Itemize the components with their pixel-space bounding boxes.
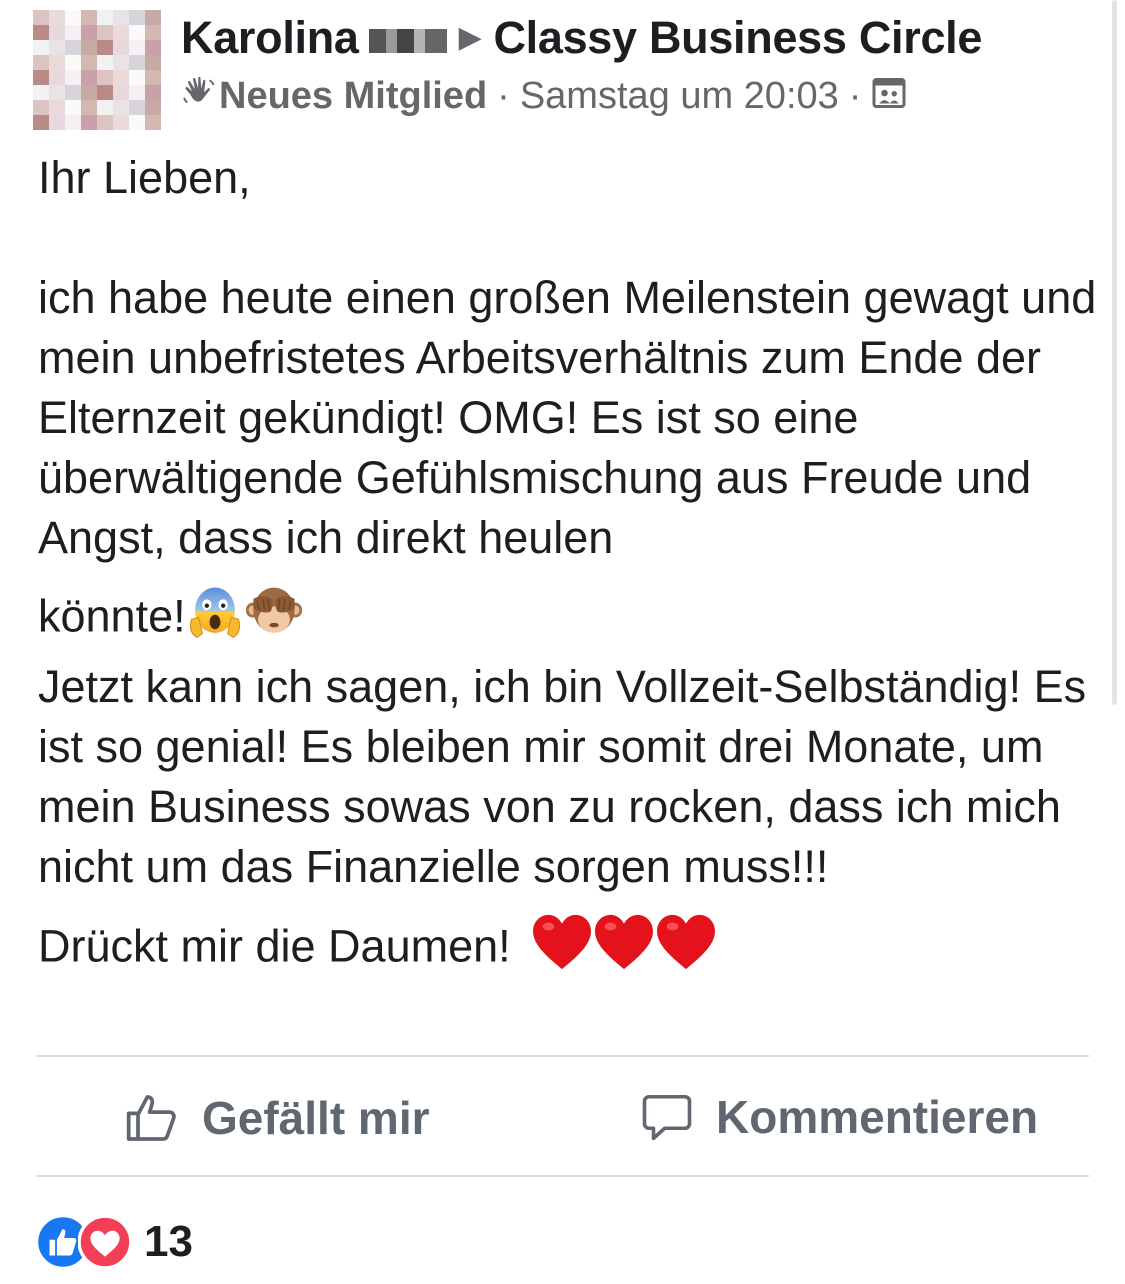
post-greeting: Ihr Lieben, — [38, 152, 251, 203]
group-members-icon — [871, 75, 907, 121]
post-paragraph-end: könnte! — [38, 582, 1108, 657]
comment-bubble-icon — [642, 1094, 692, 1141]
post-paragraph: Jetzt kann ich sagen, ich bin Vollzeit-S… — [38, 657, 1108, 897]
separator-dot: · — [848, 75, 862, 118]
redacted-surname — [368, 29, 447, 54]
post-paragraph-end-text: könnte! — [38, 590, 186, 642]
post-closing-text: Drückt mir die Daumen! — [38, 920, 511, 972]
like-button[interactable]: Gefällt mir — [124, 1090, 430, 1146]
comment-label: Kommentieren — [716, 1091, 1039, 1143]
divider — [36, 1175, 1089, 1177]
post-paragraph-text: ich habe heute einen großen Meilenstein … — [38, 272, 1097, 563]
thumbs-up-icon — [126, 1095, 176, 1141]
see-no-evil-monkey-emoji — [244, 582, 304, 657]
waving-hand-icon — [181, 74, 219, 122]
arrow-right-icon: ▶ — [458, 20, 482, 54]
avatar[interactable] — [33, 10, 161, 130]
like-label: Gefällt mir — [202, 1092, 430, 1144]
comment-button[interactable]: Kommentieren — [640, 1090, 1038, 1144]
red-heart-emoji — [655, 913, 717, 986]
face-screaming-in-fear-emoji — [186, 583, 244, 656]
red-heart-emoji — [531, 913, 593, 986]
post-paragraph: ich habe heute einen großen Meilenstein … — [38, 268, 1108, 568]
scrollbar[interactable] — [1112, 0, 1117, 705]
red-heart-emoji — [593, 913, 655, 986]
member-badge: Neues Mitglied — [219, 75, 488, 118]
divider — [36, 1055, 1089, 1057]
post-paragraph-text: Jetzt kann ich sagen, ich bin Vollzeit-S… — [38, 661, 1087, 892]
author-name[interactable]: Karolina — [181, 12, 359, 63]
love-reaction-icon — [78, 1215, 132, 1269]
post-closing: Drückt mir die Daumen! — [38, 913, 1108, 986]
post-timestamp[interactable]: Samstag um 20:03 — [520, 75, 839, 117]
reactions-summary[interactable]: 13 — [36, 1215, 193, 1269]
post-body: Ihr Lieben, ich habe heute einen großen … — [38, 148, 1108, 986]
group-name[interactable]: Classy Business Circle — [493, 12, 982, 63]
separator-dot: · — [497, 75, 510, 118]
post-header-title: Karolina ▶ Classy Business Circle — [181, 12, 982, 64]
reaction-count: 13 — [144, 1217, 193, 1266]
post-meta: Neues Mitglied · Samstag um 20:03 · — [181, 74, 907, 122]
